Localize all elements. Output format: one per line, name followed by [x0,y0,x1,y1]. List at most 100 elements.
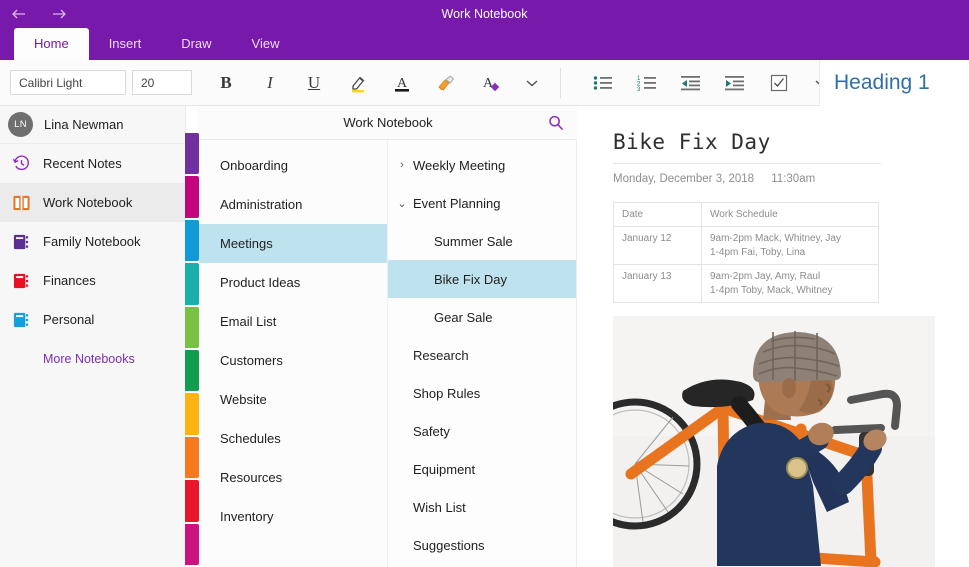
underline-button[interactable]: U [302,70,326,96]
tab-draw[interactable]: Draw [161,28,231,60]
section-tab[interactable] [185,350,199,392]
section-item-onboarding[interactable]: Onboarding [199,146,387,185]
title-divider [613,163,881,164]
page-item-summer-sale[interactable]: Summer Sale [388,222,576,260]
notebook-icon [9,309,33,331]
page-item-safety[interactable]: Safety [388,412,576,450]
sidebar-item-personal[interactable]: Personal [0,300,185,339]
page-item-gear-sale[interactable]: Gear Sale [388,298,576,336]
page-item-shop-rules[interactable]: Shop Rules [388,374,576,412]
page-item-label: Safety [413,423,450,439]
tab-insert[interactable]: Insert [89,28,162,60]
font-size-input[interactable]: 20 [132,70,192,95]
svg-text:3: 3 [637,87,641,92]
sidebar-item-finances[interactable]: Finances [0,261,185,300]
chevron-down-icon[interactable]: ⌄ [394,197,410,210]
decrease-indent-icon[interactable] [679,70,703,96]
ribbon-tab-bar: Home Insert Draw View [0,28,969,60]
section-tab[interactable] [185,436,199,479]
italic-button[interactable]: I [258,70,282,96]
section-item-schedules[interactable]: Schedules [199,419,387,458]
sidebar-item-label: Family Notebook [43,234,141,249]
recent-clock-icon [9,153,33,175]
font-name-input[interactable]: Calibri Light [10,70,126,95]
section-tab[interactable] [185,219,199,262]
chevron-right-icon[interactable]: › [394,159,410,171]
increase-indent-icon[interactable] [723,70,747,96]
font-color-icon[interactable]: A [390,70,414,96]
clear-formatting-icon[interactable]: A [478,70,502,96]
page-timestamp: Monday, December 3, 2018 11:30am [613,173,969,185]
table-cell-schedule: 9am-2pm Mack, Whitney, Jay 1-4pm Fai, To… [701,226,879,265]
page-item-label: Shop Rules [413,385,481,401]
table-row: January 13 9am-2pm Jay, Amy, Raul 1-4pm … [613,264,879,303]
section-item-resources[interactable]: Resources [199,458,387,497]
page-item-label: Suggestions [413,537,485,553]
bullet-list-icon[interactable] [591,70,615,96]
section-item-website[interactable]: Website [199,380,387,419]
table-row: January 12 9am-2pm Mack, Whitney, Jay 1-… [613,226,879,265]
numbered-list-icon[interactable]: 1 2 3 [635,70,659,96]
page-item-suggestions[interactable]: Suggestions [388,526,576,564]
page-item-label: Equipment [413,461,476,477]
section-tab[interactable] [185,306,199,349]
section-tab[interactable] [185,263,199,305]
toolbar-divider [560,67,561,98]
note-image-bicycle-photo[interactable] [613,316,935,567]
section-tab[interactable] [185,393,199,435]
notebook-sidebar: LN Lina Newman Recent Notes Work Noteboo… [0,106,186,567]
section-tab[interactable] [185,523,199,566]
section-color-tabs [185,133,199,567]
table-cell-schedule: 9am-2pm Jay, Amy, Raul 1-4pm Toby, Mack,… [701,264,879,303]
table-header-work-schedule: Work Schedule [701,202,879,227]
section-tab[interactable] [185,176,199,218]
notebook-icon [9,231,33,253]
page-item-bike-fix-day[interactable]: Bike Fix Day [388,260,576,298]
tab-view[interactable]: View [232,28,300,60]
section-item-administration[interactable]: Administration [199,185,387,224]
avatar: LN [8,112,33,137]
section-item-product-ideas[interactable]: Product Ideas [199,263,387,302]
schedule-line-1: 9am-2pm Jay, Amy, Raul [710,271,821,282]
tab-home[interactable]: Home [14,28,89,60]
formatting-toolbar: Calibri Light 20 B I U A A 1 2 3 Heading… [0,60,969,106]
table-header-row: Date Work Schedule [613,202,879,227]
page-item-label: Event Planning [413,195,501,211]
sidebar-item-label: Recent Notes [43,156,122,171]
bold-button[interactable]: B [214,70,238,96]
work-schedule-table[interactable]: Date Work Schedule January 12 9am-2pm Ma… [613,202,879,303]
page-item-event-planning[interactable]: ⌄ Event Planning [388,184,576,222]
panel-header: Work Notebook [199,106,577,140]
page-item-wish-list[interactable]: Wish List [388,488,576,526]
section-item-inventory[interactable]: Inventory [199,497,387,536]
sidebar-item-work-notebook[interactable]: Work Notebook [0,183,185,222]
page-item-equipment[interactable]: Equipment [388,450,576,488]
search-icon[interactable] [547,114,565,132]
style-gallery[interactable]: Heading 1 [819,60,969,106]
section-tab[interactable] [185,133,199,175]
page-item-research[interactable]: Research [388,336,576,374]
more-notebooks-link[interactable]: More Notebooks [0,352,185,366]
section-item-customers[interactable]: Customers [199,341,387,380]
sidebar-item-recent-notes[interactable]: Recent Notes [0,144,185,183]
user-account-row[interactable]: LN Lina Newman [0,106,185,144]
schedule-line-2: 1-4pm Fai, Toby, Lina [710,247,806,258]
page-time-label: 11:30am [771,173,816,185]
page-item-weekly-meeting[interactable]: › Weekly Meeting [388,146,576,184]
text-format-group: B I U A A [214,70,542,96]
page-item-label: Research [413,347,469,363]
sidebar-item-family-notebook[interactable]: Family Notebook [0,222,185,261]
highlighter-icon[interactable] [346,70,370,96]
section-item-email-list[interactable]: Email List [199,302,387,341]
section-item-meetings[interactable]: Meetings [199,224,387,263]
format-painter-icon[interactable] [434,70,458,96]
window-title: Work Notebook [441,7,528,21]
todo-checkbox-icon[interactable] [767,70,791,96]
style-heading1-label: Heading 1 [834,71,930,94]
section-list: Onboarding Administration Meetings Produ… [199,140,388,567]
section-tab[interactable] [185,480,199,522]
more-formatting-chevron-down-icon[interactable] [522,70,542,96]
page-item-label: Weekly Meeting [413,157,506,173]
page-title[interactable]: Bike Fix Day [613,130,969,154]
page-item-label: Gear Sale [434,309,493,325]
